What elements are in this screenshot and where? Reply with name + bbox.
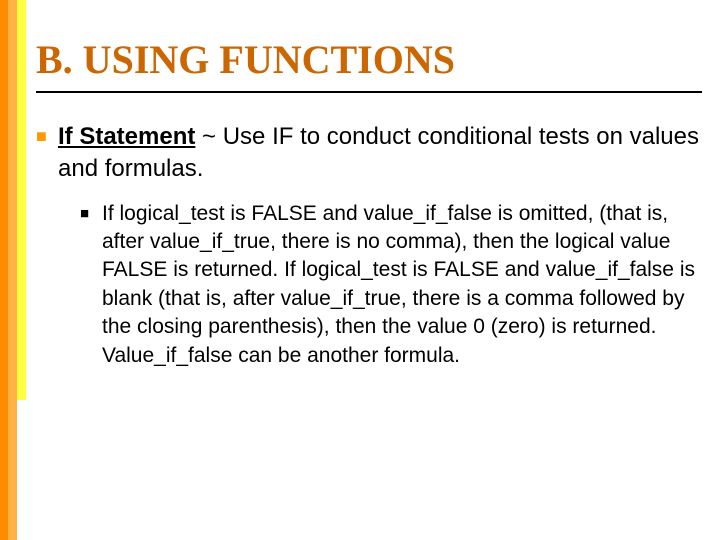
content-area: B. USING FUNCTIONS ■ If Statement ~ Use …: [36, 36, 702, 374]
level1-body: If Statement ~ Use IF to conduct conditi…: [58, 121, 702, 370]
bullet-icon: ■: [36, 121, 58, 370]
level2-text: If logical_test is FALSE and value_if_fa…: [102, 200, 702, 370]
stripe-orange-dark: [0, 0, 8, 540]
level2-wrap: ■ If logical_test is FALSE and value_if_…: [80, 200, 702, 370]
sidebar-stripes: [0, 0, 26, 540]
bullet-level2: ■ If logical_test is FALSE and value_if_…: [80, 200, 702, 370]
separator: ~: [195, 123, 222, 150]
level1-text: If Statement ~ Use IF to conduct conditi…: [58, 121, 702, 186]
if-statement-heading: If Statement: [58, 123, 195, 150]
stripe-orange-light: [8, 0, 17, 540]
bullet-level1: ■ If Statement ~ Use IF to conduct condi…: [36, 121, 702, 370]
page-title: B. USING FUNCTIONS: [36, 36, 702, 93]
stripe-yellow: [17, 0, 26, 400]
bullet-icon: ■: [80, 200, 102, 370]
